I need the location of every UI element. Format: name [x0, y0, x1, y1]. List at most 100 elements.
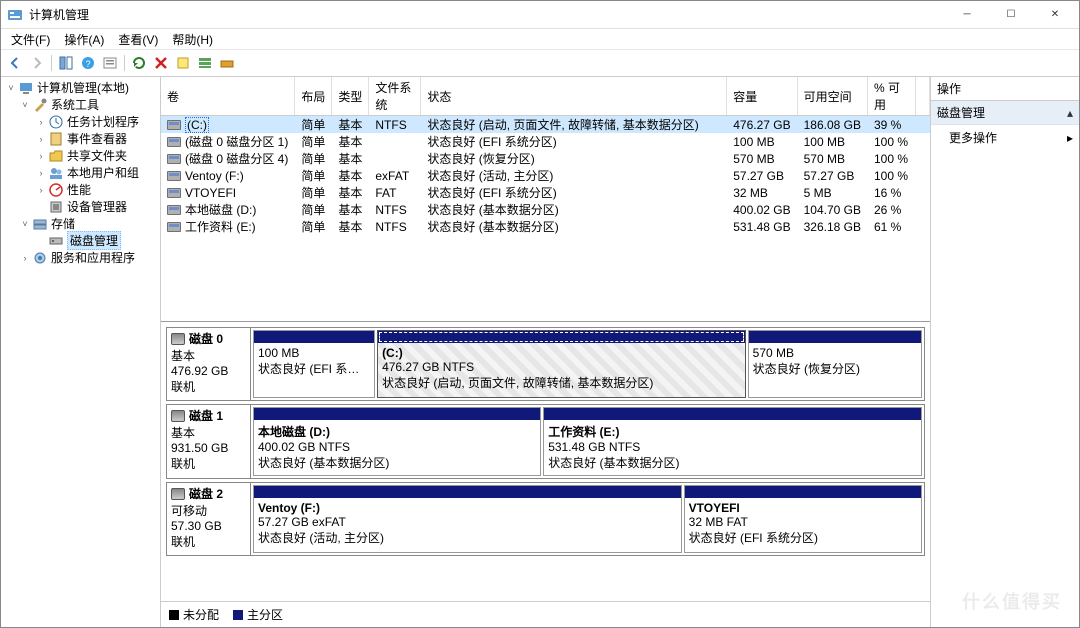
settings-button[interactable]: [217, 53, 237, 73]
partition-title: (C:): [382, 346, 741, 360]
partition[interactable]: (C:)476.27 GB NTFS状态良好 (启动, 页面文件, 故障转储, …: [377, 330, 746, 398]
list-view-button[interactable]: [195, 53, 215, 73]
disk-status: 联机: [171, 455, 246, 472]
event-icon: [48, 131, 64, 147]
disk-layout[interactable]: 磁盘 0基本476.92 GB联机100 MB状态良好 (EFI 系统分区)(C…: [161, 322, 930, 601]
volume-type: 基本: [332, 150, 369, 167]
disk-name: 磁盘 2: [189, 485, 223, 502]
actions-header: 操作: [931, 77, 1079, 101]
nav-tree[interactable]: ˅ 计算机管理(本地) ˅ 系统工具 › 任务计划程序 › 事件查看器 › 共享…: [1, 77, 161, 627]
toolbar: ?: [1, 49, 1079, 77]
volume-row[interactable]: (磁盘 0 磁盘分区 4)简单基本状态良好 (恢复分区)570 MB570 MB…: [161, 150, 930, 167]
expand-icon[interactable]: ›: [35, 167, 47, 179]
delete-button[interactable]: [151, 53, 171, 73]
col-volume[interactable]: 卷: [161, 77, 295, 116]
menu-action[interactable]: 操作(A): [58, 29, 110, 50]
storage-icon: [32, 216, 48, 232]
expand-icon[interactable]: ›: [35, 150, 47, 162]
partition[interactable]: 工作资料 (E:)531.48 GB NTFS状态良好 (基本数据分区): [543, 407, 922, 476]
tree-storage[interactable]: ˅ 存储: [1, 215, 160, 232]
disk-row[interactable]: 磁盘 1基本931.50 GB联机本地磁盘 (D:)400.02 GB NTFS…: [166, 404, 925, 479]
expand-icon[interactable]: ›: [35, 184, 47, 196]
tree-system-tools[interactable]: ˅ 系统工具: [1, 96, 160, 113]
volume-capacity: 57.27 GB: [727, 167, 797, 184]
disk-type: 基本: [171, 424, 246, 441]
col-capacity[interactable]: 容量: [727, 77, 797, 116]
volume-type: 基本: [332, 116, 369, 134]
actions-category[interactable]: 磁盘管理 ▴: [931, 101, 1079, 125]
tree-task-scheduler[interactable]: › 任务计划程序: [1, 113, 160, 130]
collapse-icon[interactable]: ˅: [5, 82, 17, 94]
app-icon: [7, 7, 23, 23]
tree-local-users[interactable]: › 本地用户和组: [1, 164, 160, 181]
expand-icon[interactable]: ›: [35, 133, 47, 145]
refresh-button[interactable]: [129, 53, 149, 73]
volume-capacity: 531.48 GB: [727, 218, 797, 235]
partition-size: 400.02 GB NTFS: [258, 440, 536, 454]
col-type[interactable]: 类型: [332, 77, 369, 116]
partition[interactable]: 本地磁盘 (D:)400.02 GB NTFS状态良好 (基本数据分区): [253, 407, 541, 476]
expand-icon[interactable]: ›: [19, 252, 31, 264]
performance-icon: [48, 182, 64, 198]
partition[interactable]: 570 MB状态良好 (恢复分区): [748, 330, 922, 398]
collapse-icon[interactable]: ˅: [19, 218, 31, 230]
tree-root[interactable]: ˅ 计算机管理(本地): [1, 79, 160, 96]
disk-row[interactable]: 磁盘 2可移动57.30 GB联机Ventoy (F:)57.27 GB exF…: [166, 482, 925, 556]
volume-status: 状态良好 (EFI 系统分区): [421, 133, 727, 150]
forward-button[interactable]: [27, 53, 47, 73]
volume-capacity: 476.27 GB: [727, 116, 797, 134]
partition-size: 570 MB: [753, 346, 917, 360]
properties-button[interactable]: [100, 53, 120, 73]
volume-row[interactable]: 工作资料 (E:)简单基本NTFS状态良好 (基本数据分区)531.48 GB3…: [161, 218, 930, 235]
partition-status: 状态良好 (EFI 系统分区): [689, 529, 917, 546]
tree-device-manager[interactable]: 设备管理器: [1, 198, 160, 215]
tree-event-viewer[interactable]: › 事件查看器: [1, 130, 160, 147]
disk-icon: [171, 488, 185, 500]
volume-list[interactable]: 卷 布局 类型 文件系统 状态 容量 可用空间 % 可用 (C:)简单基本NTF…: [161, 77, 930, 322]
col-pctfree[interactable]: % 可用: [868, 77, 916, 116]
partition[interactable]: 100 MB状态良好 (EFI 系统分区): [253, 330, 375, 398]
partition-size: 531.48 GB NTFS: [548, 440, 917, 454]
col-status[interactable]: 状态: [421, 77, 727, 116]
chevron-right-icon: ▸: [1067, 131, 1073, 145]
partition-size: 57.27 GB exFAT: [258, 515, 677, 529]
watermark: 什么值得买: [962, 588, 1062, 614]
actions-more[interactable]: 更多操作 ▸: [931, 125, 1079, 150]
back-button[interactable]: [5, 53, 25, 73]
menu-view[interactable]: 查看(V): [112, 29, 164, 50]
minimize-button[interactable]: ─: [945, 1, 989, 29]
volume-row[interactable]: 本地磁盘 (D:)简单基本NTFS状态良好 (基本数据分区)400.02 GB1…: [161, 201, 930, 218]
volume-row[interactable]: Ventoy (F:)简单基本exFAT状态良好 (活动, 主分区)57.27 …: [161, 167, 930, 184]
tree-performance[interactable]: › 性能: [1, 181, 160, 198]
tree-disk-management[interactable]: 磁盘管理: [1, 232, 160, 249]
partition[interactable]: VTOYEFI32 MB FAT状态良好 (EFI 系统分区): [684, 485, 922, 553]
col-layout[interactable]: 布局: [295, 77, 332, 116]
volume-row[interactable]: (C:)简单基本NTFS状态良好 (启动, 页面文件, 故障转储, 基本数据分区…: [161, 116, 930, 134]
rescan-button[interactable]: [173, 53, 193, 73]
volume-layout: 简单: [295, 167, 332, 184]
collapse-icon[interactable]: ˅: [19, 99, 31, 111]
menu-help[interactable]: 帮助(H): [166, 29, 219, 50]
folder-share-icon: [48, 148, 64, 164]
volume-row[interactable]: VTOYEFI简单基本FAT状态良好 (EFI 系统分区)32 MB5 MB16…: [161, 184, 930, 201]
volume-icon: [167, 188, 181, 198]
help-button[interactable]: ?: [78, 53, 98, 73]
computer-icon: [18, 80, 34, 96]
partition[interactable]: Ventoy (F:)57.27 GB exFAT状态良好 (活动, 主分区): [253, 485, 682, 553]
volume-header[interactable]: 卷 布局 类型 文件系统 状态 容量 可用空间 % 可用: [161, 77, 930, 116]
volume-row[interactable]: (磁盘 0 磁盘分区 1)简单基本状态良好 (EFI 系统分区)100 MB10…: [161, 133, 930, 150]
volume-fs: NTFS: [369, 218, 421, 235]
blank-icon: [35, 201, 47, 213]
col-fs[interactable]: 文件系统: [369, 77, 421, 116]
tree-shared-folders[interactable]: › 共享文件夹: [1, 147, 160, 164]
show-hide-tree-button[interactable]: [56, 53, 76, 73]
menu-file[interactable]: 文件(F): [5, 29, 56, 50]
volume-layout: 简单: [295, 116, 332, 134]
expand-icon[interactable]: ›: [35, 116, 47, 128]
tree-services-apps[interactable]: › 服务和应用程序: [1, 249, 160, 266]
close-button[interactable]: ✕: [1033, 1, 1077, 29]
disk-row[interactable]: 磁盘 0基本476.92 GB联机100 MB状态良好 (EFI 系统分区)(C…: [166, 327, 925, 401]
col-free[interactable]: 可用空间: [797, 77, 867, 116]
maximize-button[interactable]: ☐: [989, 1, 1033, 29]
volume-layout: 简单: [295, 184, 332, 201]
